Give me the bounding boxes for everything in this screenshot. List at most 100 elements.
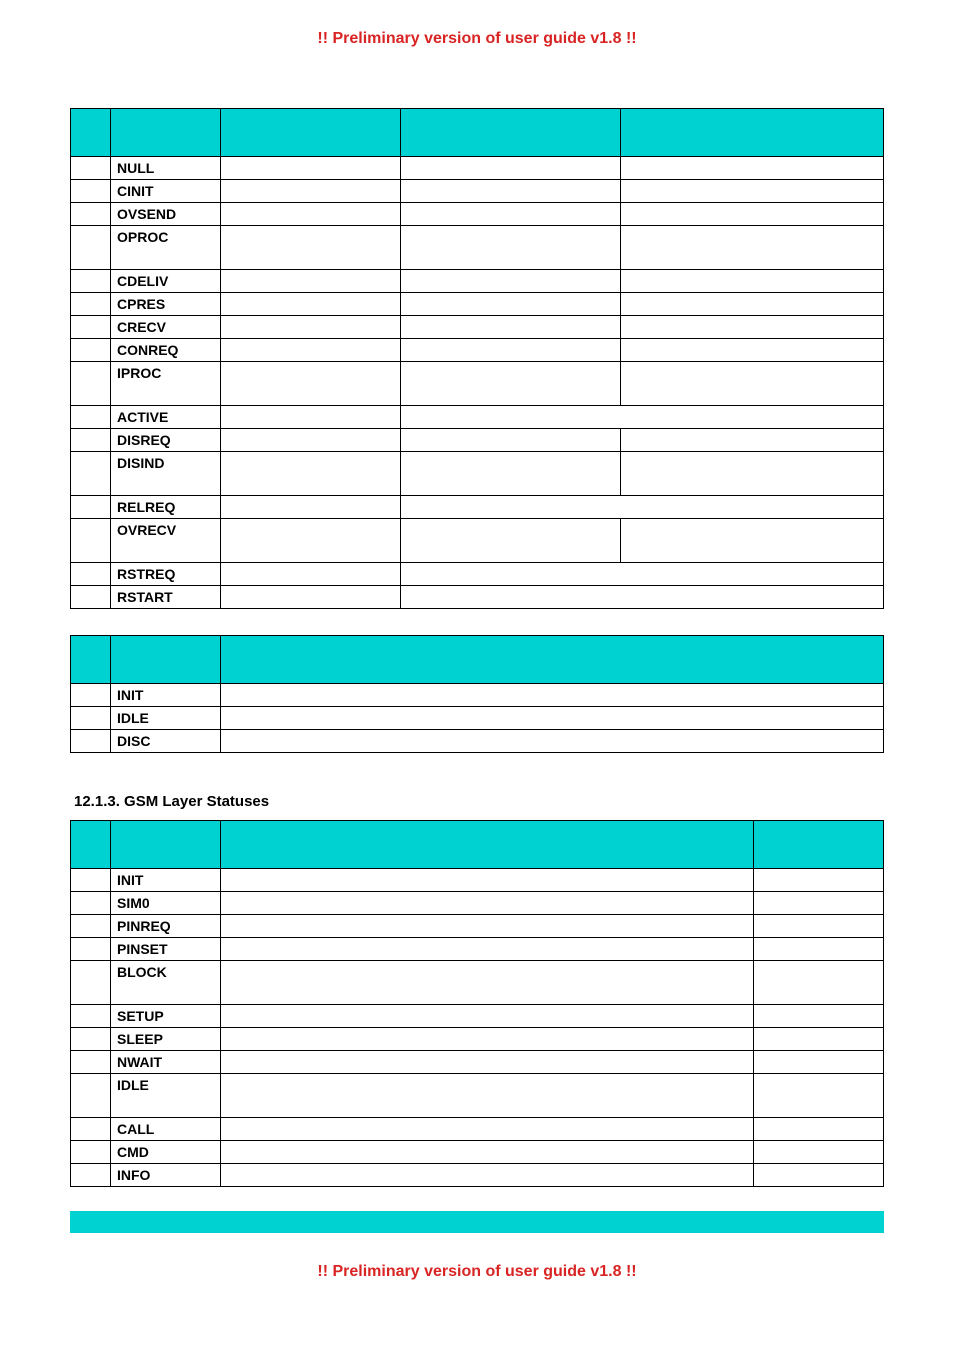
table-row: INIT xyxy=(71,684,884,707)
table-cell xyxy=(221,406,401,429)
table-cell xyxy=(621,293,884,316)
table-cell xyxy=(71,519,111,563)
table-cell xyxy=(221,684,884,707)
table-header xyxy=(401,109,621,157)
status-code: ACTIVE xyxy=(111,406,221,429)
table-cell xyxy=(621,429,884,452)
table-row: RSTREQ xyxy=(71,563,884,586)
table-row: NULL xyxy=(71,157,884,180)
table-cell xyxy=(621,270,884,293)
table-cell xyxy=(221,938,754,961)
table-cell xyxy=(221,339,401,362)
table-cell xyxy=(221,519,401,563)
table-cell xyxy=(221,961,754,1005)
table-cell xyxy=(221,1164,754,1187)
status-code: RSTART xyxy=(111,586,221,609)
status-code: SETUP xyxy=(111,1005,221,1028)
table-cell xyxy=(401,429,621,452)
status-code: CDELIV xyxy=(111,270,221,293)
status-code: CMD xyxy=(111,1141,221,1164)
table-cell xyxy=(71,892,111,915)
table-cell xyxy=(754,1141,884,1164)
table-cell xyxy=(71,915,111,938)
status-code: SLEEP xyxy=(111,1028,221,1051)
table-cell xyxy=(71,180,111,203)
status-code: BLOCK xyxy=(111,961,221,1005)
table-cell xyxy=(221,1028,754,1051)
table-cell xyxy=(401,563,884,586)
page-footer-banner: !! Preliminary version of user guide v1.… xyxy=(70,1263,884,1281)
table-cell xyxy=(221,429,401,452)
table-cell xyxy=(754,1005,884,1028)
table-row: OVRECV xyxy=(71,519,884,563)
table-cell xyxy=(401,586,884,609)
table-cell xyxy=(71,563,111,586)
table-cell xyxy=(401,293,621,316)
table-cell xyxy=(621,226,884,270)
table-cell xyxy=(221,180,401,203)
table-header-row xyxy=(71,821,884,869)
section-heading: 12.1.3. GSM Layer Statuses xyxy=(74,793,884,810)
table-cell xyxy=(754,892,884,915)
table-cell xyxy=(71,406,111,429)
table-link-states: INITIDLEDISC xyxy=(70,635,884,753)
status-code: CRECV xyxy=(111,316,221,339)
table-cell xyxy=(221,915,754,938)
table-cell xyxy=(71,938,111,961)
table-header xyxy=(71,109,111,157)
table-header xyxy=(621,109,884,157)
table-cell xyxy=(401,157,621,180)
table-row: CONREQ xyxy=(71,339,884,362)
table-row: IPROC xyxy=(71,362,884,406)
table-cell xyxy=(621,452,884,496)
table-cell xyxy=(221,157,401,180)
table-row: CALL xyxy=(71,1118,884,1141)
table-cell xyxy=(221,707,884,730)
table-cell xyxy=(221,452,401,496)
table-cell xyxy=(621,157,884,180)
table-cell xyxy=(71,684,111,707)
table-cell xyxy=(401,316,621,339)
status-code: SIM0 xyxy=(111,892,221,915)
table-cell xyxy=(221,730,884,753)
table-header xyxy=(111,109,221,157)
table-row: INFO xyxy=(71,1164,884,1187)
table-cell xyxy=(221,892,754,915)
table-header xyxy=(221,109,401,157)
table-cell xyxy=(71,1005,111,1028)
footer-bar xyxy=(70,1211,884,1233)
table-row: PINSET xyxy=(71,938,884,961)
status-code: IDLE xyxy=(111,1074,221,1118)
table-cell xyxy=(221,316,401,339)
table-cell xyxy=(754,1074,884,1118)
table-row: RSTART xyxy=(71,586,884,609)
table-cell xyxy=(71,316,111,339)
table-cell xyxy=(401,180,621,203)
status-code: CONREQ xyxy=(111,339,221,362)
table-header-row xyxy=(71,109,884,157)
table-cell xyxy=(221,586,401,609)
table-cell xyxy=(221,1141,754,1164)
status-code: IPROC xyxy=(111,362,221,406)
table-cell xyxy=(221,496,401,519)
table-cell xyxy=(221,293,401,316)
table-cell xyxy=(754,961,884,1005)
table-cell xyxy=(754,869,884,892)
table-cell xyxy=(71,226,111,270)
status-code: PINSET xyxy=(111,938,221,961)
table-cell xyxy=(71,203,111,226)
table-cell xyxy=(71,1074,111,1118)
table-cell xyxy=(71,339,111,362)
table-cell xyxy=(221,563,401,586)
table-cell xyxy=(754,938,884,961)
status-code: RSTREQ xyxy=(111,563,221,586)
table-cell xyxy=(71,1164,111,1187)
table-row: BLOCK xyxy=(71,961,884,1005)
table-row: DISC xyxy=(71,730,884,753)
table-row: CDELIV xyxy=(71,270,884,293)
table-row: IDLE xyxy=(71,1074,884,1118)
table-cell xyxy=(621,316,884,339)
table-header xyxy=(221,636,884,684)
table-row: SETUP xyxy=(71,1005,884,1028)
table-cell xyxy=(621,203,884,226)
